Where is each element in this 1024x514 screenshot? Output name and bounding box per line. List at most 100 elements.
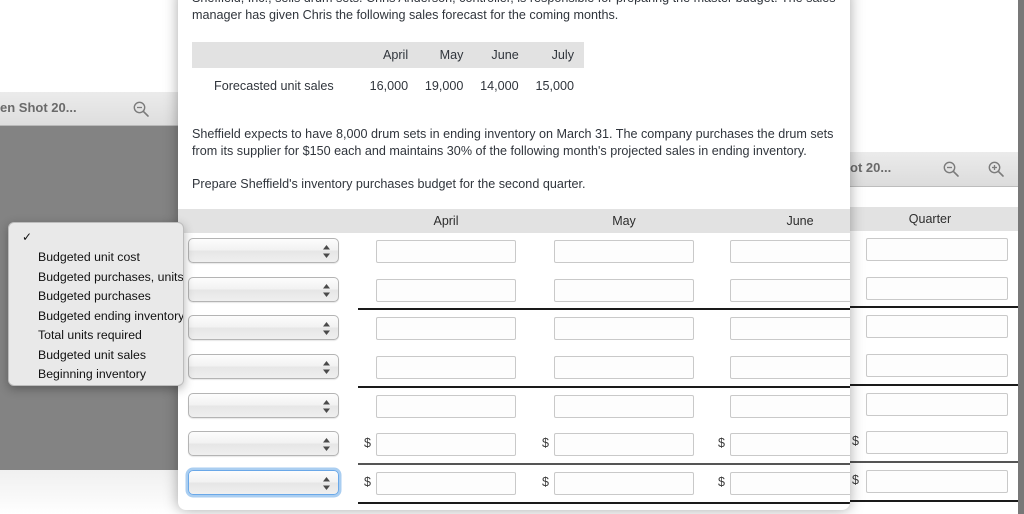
chevron-updown-icon (322, 359, 331, 376)
budget-grid-rows: $ $ $ $ $ $ (178, 233, 850, 504)
line-item-select[interactable] (188, 315, 339, 341)
quarter-input[interactable] (866, 276, 1008, 300)
menu-item-budgeted-ending-inventory[interactable]: Budgeted ending inventory (9, 307, 183, 327)
magnifier-plus-icon[interactable] (987, 160, 1005, 178)
table-row (836, 231, 1024, 270)
paragraph-text: Sheffield expects to have 8,000 drum set… (192, 127, 834, 158)
amount-input-may[interactable] (554, 433, 694, 457)
line-item-select[interactable] (188, 276, 339, 302)
menu-item-label: Budgeted unit sales (38, 347, 147, 362)
quarter-input[interactable] (866, 470, 1008, 494)
amount-input-april[interactable] (376, 472, 516, 496)
amount-input-may[interactable] (554, 240, 694, 263)
amount-input-may[interactable] (554, 394, 694, 418)
table-row (178, 233, 850, 272)
desktop-background-strip (0, 470, 180, 514)
chevron-updown-icon (322, 436, 331, 453)
chevron-updown-icon (322, 475, 331, 492)
forecast-corner-header (192, 42, 363, 68)
amount-input-april[interactable] (376, 278, 516, 302)
menu-item-budgeted-unit-sales[interactable]: Budgeted unit sales (9, 346, 183, 366)
quarter-input[interactable] (866, 315, 1008, 339)
amount-input-april[interactable] (376, 240, 516, 263)
menu-item-budgeted-purchases[interactable]: Budgeted purchases (9, 287, 183, 307)
magnifier-minus-icon[interactable] (132, 100, 150, 118)
left-window-titlebar[interactable]: en Shot 20... (0, 92, 185, 126)
amount-input-june[interactable] (730, 433, 850, 457)
menu-item-label: Budgeted unit cost (38, 250, 140, 264)
forecast-value-april: 16,000 (369, 79, 409, 93)
table-row: $ $ $ (178, 465, 850, 504)
line-item-select[interactable] (188, 238, 339, 263)
quarter-input[interactable] (866, 238, 1008, 261)
quarter-input[interactable] (866, 392, 1008, 416)
chevron-updown-icon (322, 243, 331, 260)
background-window-right[interactable]: ot 20... Quarter $ $ (836, 152, 1024, 514)
table-row (178, 272, 850, 311)
dollar-sign: $ (718, 475, 725, 490)
inventory-purchases-budget-grid: April May June $ $ $ $ $ $ (178, 209, 850, 504)
dollar-sign: $ (852, 434, 859, 449)
menu-item-label: Budgeted purchases (38, 289, 151, 303)
quarter-input[interactable] (866, 431, 1008, 455)
amount-input-june[interactable] (730, 394, 850, 418)
amount-input-may[interactable] (554, 356, 694, 380)
amount-input-june[interactable] (730, 278, 850, 302)
forecast-value-july: 15,000 (535, 79, 574, 93)
magnifier-minus-icon[interactable] (942, 160, 960, 178)
quarter-input[interactable] (866, 354, 1008, 378)
table-row (178, 349, 850, 388)
amount-input-may[interactable] (554, 278, 694, 302)
line-item-select-focused[interactable] (188, 470, 339, 496)
amount-input-june[interactable] (730, 472, 850, 496)
forecast-header-may: May (439, 48, 464, 62)
line-item-select[interactable] (188, 392, 339, 418)
table-row (178, 310, 850, 349)
paragraph-text: Prepare Sheffield's inventory purchases … (192, 177, 586, 191)
menu-item-label: Total units required (38, 328, 142, 342)
amount-input-may[interactable] (554, 472, 694, 496)
amount-input-june[interactable] (730, 240, 850, 263)
amount-input-may[interactable] (554, 317, 694, 341)
paragraph-text: Sheffield, Inc., sells drum sets. Chris … (192, 0, 836, 22)
right-window-title: ot 20... (850, 160, 892, 175)
table-row: $ $ $ (178, 426, 850, 465)
menu-item-blank[interactable]: ✓ (9, 227, 183, 248)
problem-statement-1: Sheffield, Inc., sells drum sets. Chris … (178, 0, 850, 24)
amount-input-april[interactable] (376, 394, 516, 418)
dollar-sign: $ (852, 473, 859, 488)
table-row: $ (836, 463, 1024, 502)
line-item-select[interactable] (188, 431, 339, 457)
dollar-sign: $ (364, 475, 371, 490)
line-item-dropdown-menu[interactable]: ✓ Budgeted unit cost Budgeted purchases,… (8, 222, 184, 386)
table-row: Forecasted unit sales 16,000 19,000 14,0… (192, 68, 584, 104)
column-header-quarter: Quarter (836, 207, 1024, 231)
vertical-scrollbar[interactable] (1018, 0, 1024, 514)
chevron-updown-icon (322, 320, 331, 337)
column-header-june: June (786, 214, 814, 228)
table-row (178, 388, 850, 427)
dollar-sign: $ (364, 436, 371, 451)
amount-input-june[interactable] (730, 317, 850, 341)
menu-item-beginning-inventory[interactable]: Beginning inventory (9, 365, 183, 385)
screen: en Shot 20... ot 20... Quarter $ $ manag… (0, 0, 1024, 514)
quarter-column-panel: Quarter $ $ (836, 187, 1024, 514)
menu-item-total-units-required[interactable]: Total units required (9, 326, 183, 346)
menu-item-budgeted-purchases-units[interactable]: Budgeted purchases, units (9, 268, 183, 288)
menu-item-label: Budgeted purchases, units (38, 269, 184, 284)
amount-input-april[interactable] (376, 356, 516, 380)
forecast-header-june: June (491, 48, 519, 62)
dollar-sign: $ (718, 436, 725, 451)
amount-input-april[interactable] (376, 317, 516, 341)
right-window-titlebar[interactable]: ot 20... (836, 152, 1024, 187)
problem-instruction: Prepare Sheffield's inventory purchases … (178, 176, 850, 193)
menu-item-budgeted-unit-cost[interactable]: Budgeted unit cost (9, 248, 183, 268)
amount-input-june[interactable] (730, 356, 850, 380)
exercise-content: Sheffield, Inc., sells drum sets. Chris … (178, 0, 850, 504)
column-header-may: May (612, 214, 636, 228)
line-item-select[interactable] (188, 354, 339, 380)
amount-input-april[interactable] (376, 433, 516, 457)
dollar-sign: $ (542, 475, 549, 490)
foreground-window[interactable]: Sheffield, Inc., sells drum sets. Chris … (178, 0, 850, 510)
forecast-row-label: Forecasted unit sales (214, 79, 334, 93)
